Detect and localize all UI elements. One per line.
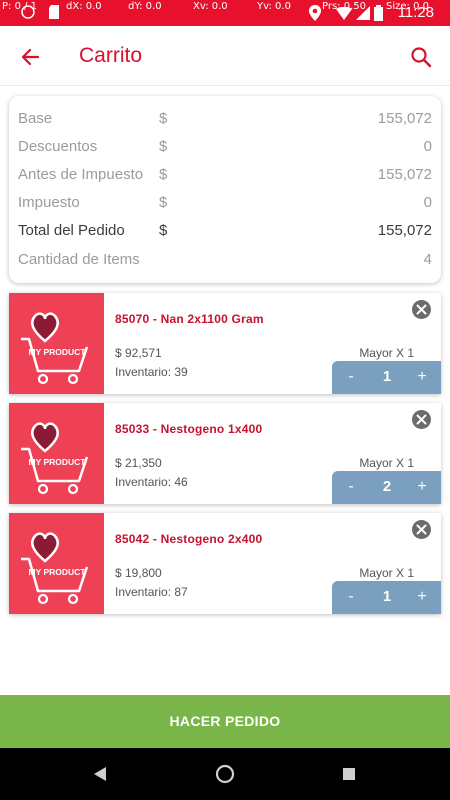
product-price: $ 92,571	[115, 346, 162, 360]
close-icon	[416, 524, 427, 535]
summary-currency: $	[159, 222, 168, 239]
logo-text: MY PRODUCT	[29, 457, 87, 467]
decrease-quantity-button[interactable]: -	[344, 478, 358, 496]
increase-quantity-button[interactable]: +	[415, 478, 429, 496]
price-tier: Mayor X 1	[359, 566, 414, 580]
price-tier: Mayor X 1	[359, 346, 414, 360]
page-title: Carrito	[79, 44, 143, 67]
summary-row-total: Total del Pedido $ 155,072	[9, 216, 441, 244]
signal-icon	[356, 6, 370, 23]
summary-currency: $	[159, 110, 168, 127]
summary-row-pretax: Antes de Impuesto $ 155,072	[9, 160, 441, 188]
cart-item-card: MY PRODUCT 85033 - Nestogeno 1x400 $ 21,…	[9, 403, 441, 504]
my-product-logo-icon: MY PRODUCT	[21, 312, 89, 385]
location-icon	[308, 4, 322, 25]
summary-currency: $	[159, 194, 168, 211]
summary-label: Antes de Impuesto	[18, 166, 144, 183]
decrease-quantity-button[interactable]: -	[344, 368, 358, 386]
product-price: $ 21,350	[115, 456, 162, 470]
app-bar: Carrito	[0, 26, 450, 86]
order-summary-card: Base $ 155,072 Descuentos $ 0 Antes de I…	[9, 96, 441, 283]
summary-value: 4	[423, 251, 432, 268]
product-stock: Inventario: 46	[115, 475, 188, 489]
cart-item-card: MY PRODUCT 85070 - Nan 2x1100 Gram $ 92,…	[9, 293, 441, 394]
quantity-value: 1	[382, 368, 392, 385]
summary-row-item-count: Cantidad de Items 4	[9, 245, 441, 273]
search-icon	[411, 47, 432, 68]
summary-label: Total del Pedido	[18, 222, 125, 239]
arrow-left-icon	[21, 48, 40, 66]
product-stock: Inventario: 87	[115, 585, 188, 599]
summary-label: Base	[18, 110, 53, 127]
close-icon	[416, 304, 427, 315]
product-name: 85070 - Nan 2x1100 Gram	[115, 312, 264, 326]
battery-icon	[374, 5, 383, 24]
debug-yv: Yv: 0.0	[257, 1, 291, 12]
product-thumbnail: MY PRODUCT	[9, 403, 104, 504]
product-stock: Inventario: 39	[115, 365, 188, 379]
sd-card-icon	[48, 4, 60, 23]
summary-value: 0	[423, 138, 432, 155]
price-tier: Mayor X 1	[359, 456, 414, 470]
quantity-stepper: - 1 +	[332, 581, 441, 614]
home-circle-icon[interactable]	[215, 764, 235, 789]
logo-text: MY PRODUCT	[29, 347, 87, 357]
quantity-stepper: - 1 +	[332, 361, 441, 394]
remove-item-button[interactable]	[412, 520, 431, 539]
my-product-logo-icon: MY PRODUCT	[21, 532, 89, 605]
summary-row-base: Base $ 155,072	[9, 104, 441, 132]
summary-value: 155,072	[377, 222, 432, 239]
summary-row-tax: Impuesto $ 0	[9, 188, 441, 216]
decrease-quantity-button[interactable]: -	[344, 588, 358, 606]
quantity-stepper: - 2 +	[332, 471, 441, 504]
recents-square-icon[interactable]	[342, 767, 356, 786]
my-product-logo-icon: MY PRODUCT	[21, 422, 89, 495]
quantity-value: 2	[382, 478, 392, 495]
remove-item-button[interactable]	[412, 300, 431, 319]
place-order-button[interactable]: HACER PEDIDO	[0, 695, 450, 748]
summary-currency: $	[159, 138, 168, 155]
summary-value: 155,072	[377, 110, 432, 127]
product-name: 85033 - Nestogeno 1x400	[115, 422, 263, 436]
product-price: $ 19,800	[115, 566, 162, 580]
product-name: 85042 - Nestogeno 2x400	[115, 532, 263, 546]
remove-item-button[interactable]	[412, 410, 431, 429]
cart-item-card: MY PRODUCT 85042 - Nestogeno 2x400 $ 19,…	[9, 513, 441, 614]
product-thumbnail: MY PRODUCT	[9, 513, 104, 614]
debug-dx: dX: 0.0	[66, 1, 102, 12]
status-bar: P: 0 / 1 dX: 0.0 dY: 0.0 Xv: 0.0 Yv: 0.0…	[0, 0, 450, 26]
quantity-value: 1	[382, 588, 392, 605]
summary-label: Descuentos	[18, 138, 98, 155]
product-thumbnail: MY PRODUCT	[9, 293, 104, 394]
summary-row-discounts: Descuentos $ 0	[9, 132, 441, 160]
summary-currency: $	[159, 166, 168, 183]
summary-label: Impuesto	[18, 194, 80, 211]
debug-dy: dY: 0.0	[128, 1, 162, 12]
clock: 11:28	[397, 4, 434, 21]
increase-quantity-button[interactable]: +	[415, 588, 429, 606]
summary-label: Cantidad de Items	[18, 251, 140, 268]
system-nav-bar	[0, 748, 450, 800]
summary-value: 0	[423, 194, 432, 211]
search-button[interactable]	[404, 40, 438, 74]
debug-xv: Xv: 0.0	[193, 1, 228, 12]
increase-quantity-button[interactable]: +	[415, 368, 429, 386]
close-icon	[416, 414, 427, 425]
back-triangle-icon[interactable]	[92, 765, 108, 788]
wifi-icon	[336, 6, 352, 23]
logo-text: MY PRODUCT	[29, 567, 87, 577]
summary-value: 155,072	[377, 166, 432, 183]
record-icon	[20, 4, 36, 23]
back-button[interactable]	[14, 40, 48, 74]
